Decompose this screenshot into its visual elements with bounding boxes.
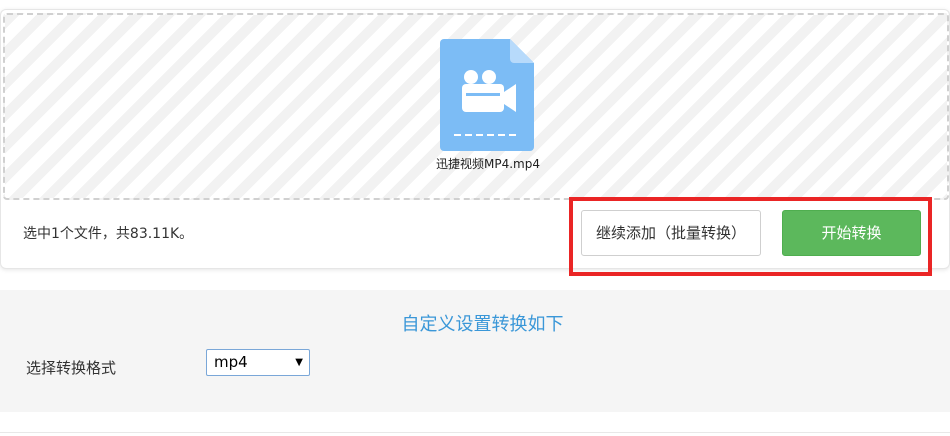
file-name: 迅捷视频MP4.mp4 [436,157,540,171]
start-conversion-button[interactable]: 开始转换 [782,210,921,256]
settings-panel: 自定义设置转换如下 选择转换格式 mp4 ▼ [0,290,950,412]
video-file-icon [440,39,534,151]
add-more-files-button[interactable]: 继续添加（批量转换） [581,210,761,256]
format-label: 选择转换格式 [26,359,117,377]
format-select-value: mp4 [214,353,248,371]
selection-summary: 选中1个文件，共83.11K。 [23,226,194,242]
format-select[interactable]: mp4 ▼ [206,349,310,376]
chevron-down-icon: ▼ [295,357,303,368]
file-drop-zone[interactable]: 迅捷视频MP4.mp4 [3,13,949,200]
file-item[interactable]: 迅捷视频MP4.mp4 [423,39,553,172]
settings-title: 自定义设置转换如下 [401,314,564,335]
divider [0,432,950,433]
